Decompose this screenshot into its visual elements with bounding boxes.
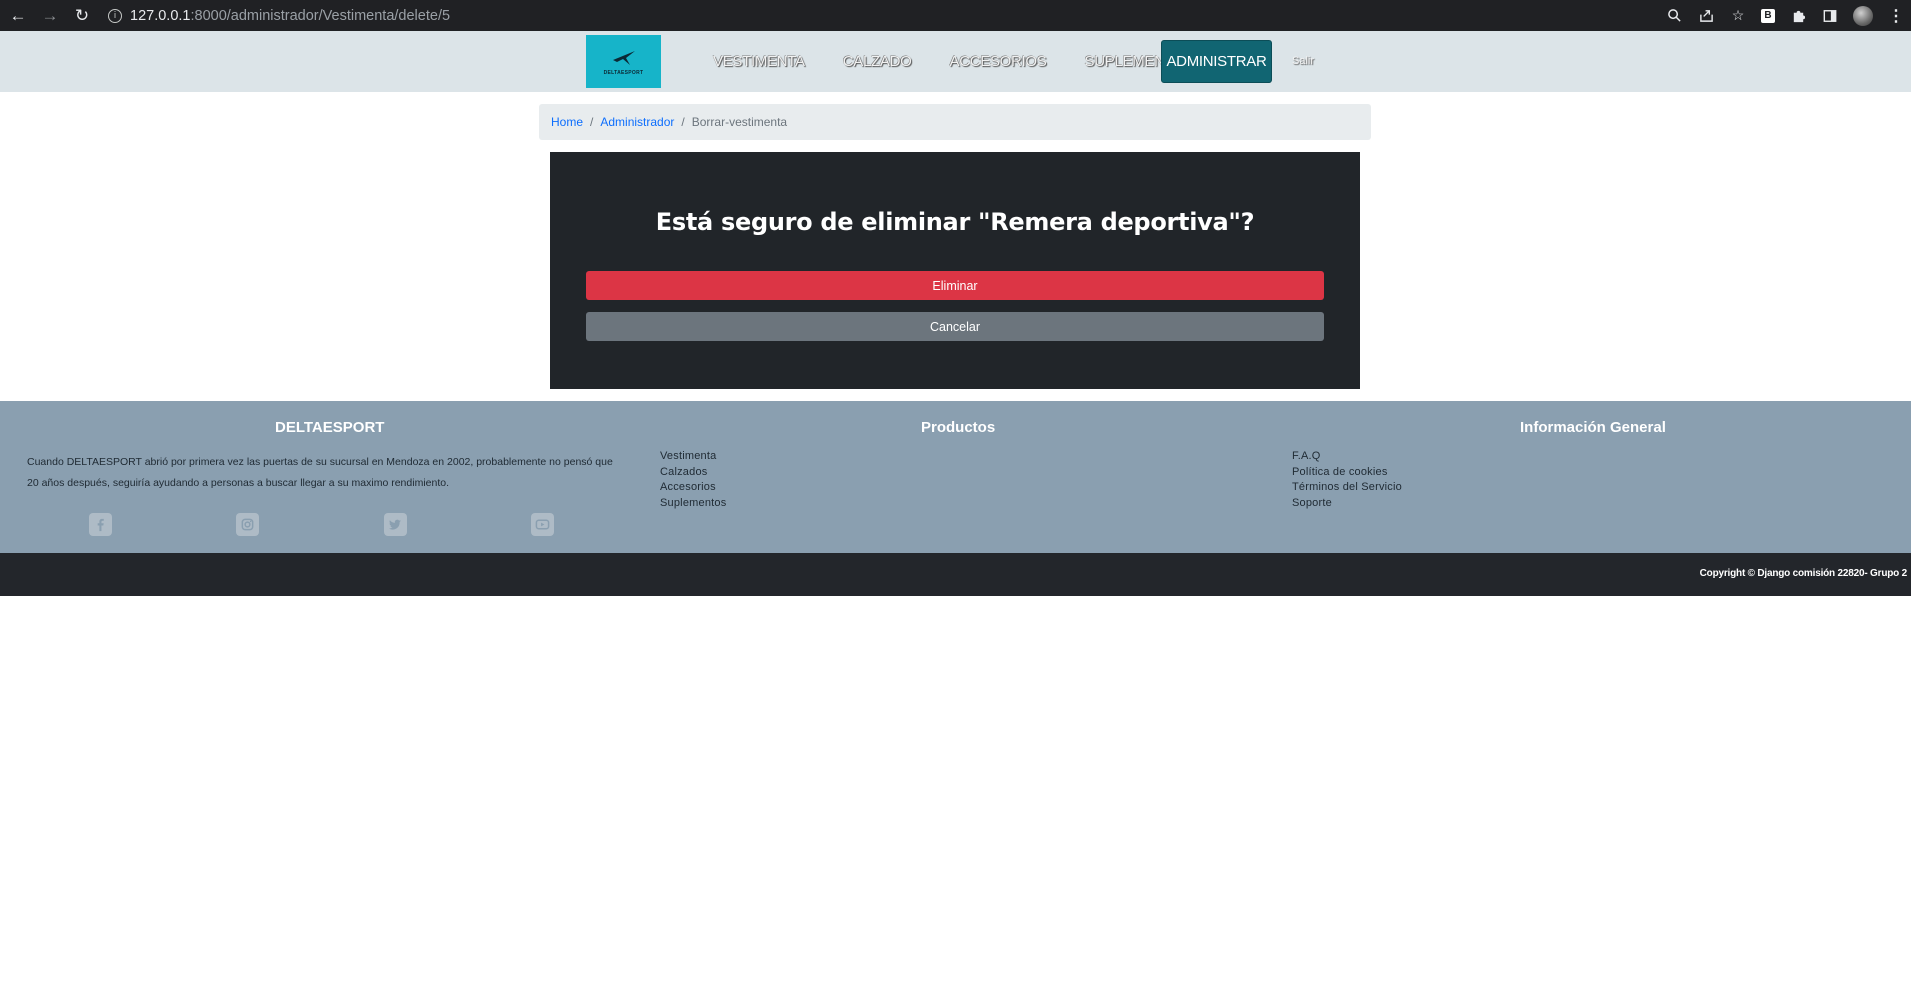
instagram-icon[interactable] bbox=[236, 513, 259, 536]
copyright-text: Copyright © Django comisión 22820- Grupo… bbox=[1699, 568, 1908, 579]
side-panel-icon[interactable] bbox=[1821, 7, 1839, 25]
extension-b-icon[interactable]: B bbox=[1761, 8, 1775, 23]
delete-question: Está seguro de eliminar "Remera deportiv… bbox=[655, 208, 1255, 236]
footer-products-title: Productos bbox=[921, 419, 996, 436]
footer-link-accesorios[interactable]: Accesorios bbox=[660, 480, 726, 496]
footer-link-terms[interactable]: Términos del Servicio bbox=[1292, 480, 1402, 496]
footer-link-suplementos[interactable]: Suplementos bbox=[660, 496, 726, 512]
url-host: 127.0.0.1 bbox=[130, 7, 191, 24]
footer-link-faq[interactable]: F.A.Q bbox=[1292, 449, 1402, 465]
kebab-menu-icon[interactable]: ⋮ bbox=[1887, 7, 1905, 25]
youtube-icon[interactable] bbox=[531, 513, 554, 536]
share-icon[interactable] bbox=[1697, 7, 1715, 25]
breadcrumb-separator: / bbox=[681, 115, 685, 129]
footer-link-support[interactable]: Soporte bbox=[1292, 496, 1402, 512]
site-footer: DELTAESPORT Cuando DELTAESPORT abrió por… bbox=[0, 401, 1911, 553]
zoom-icon[interactable] bbox=[1665, 7, 1683, 25]
nav-link-accesorios[interactable]: ACCESORIOS bbox=[949, 53, 1046, 70]
reload-icon[interactable]: ↻ bbox=[70, 4, 94, 28]
facebook-icon[interactable] bbox=[89, 513, 112, 536]
breadcrumb-current: Borrar-vestimenta bbox=[691, 115, 788, 129]
nav-link-vestimenta[interactable]: VESTIMENTA bbox=[713, 53, 805, 70]
browser-nav-buttons: ← → ↻ bbox=[6, 4, 94, 28]
nav-link-calzado[interactable]: CALZADO bbox=[843, 53, 912, 70]
browser-toolbar: ← → ↻ i 127.0.0.1:8000/administrador/Ves… bbox=[0, 0, 1911, 31]
footer-info-title: Información General bbox=[1520, 419, 1666, 436]
breadcrumb-home[interactable]: Home bbox=[551, 115, 583, 129]
delete-button[interactable]: Eliminar bbox=[586, 271, 1324, 300]
site-navbar: DELTAESPORT VESTIMENTA CALZADO ACCESORIO… bbox=[0, 31, 1911, 92]
breadcrumb-admin[interactable]: Administrador bbox=[600, 115, 674, 129]
copyright-bar: Copyright © Django comisión 22820- Grupo… bbox=[0, 553, 1911, 596]
deltaesport-logo[interactable]: DELTAESPORT bbox=[586, 35, 661, 88]
twitter-icon[interactable] bbox=[384, 513, 407, 536]
url-path: :8000/administrador/Vestimenta/delete/5 bbox=[190, 7, 451, 24]
footer-products-list: Vestimenta Calzados Accesorios Suplement… bbox=[660, 449, 726, 511]
breadcrumb-separator: / bbox=[590, 115, 594, 129]
footer-link-calzados[interactable]: Calzados bbox=[660, 465, 726, 481]
admin-button[interactable]: ADMINISTRAR bbox=[1161, 40, 1272, 83]
logo-bird-icon bbox=[612, 50, 635, 65]
forward-arrow-icon[interactable]: → bbox=[38, 4, 62, 28]
delete-confirmation-card: Está seguro de eliminar "Remera deportiv… bbox=[550, 152, 1360, 389]
footer-about-title: DELTAESPORT bbox=[275, 419, 385, 436]
breadcrumb: Home / Administrador / Borrar-vestimenta bbox=[539, 104, 1371, 140]
footer-info-list: F.A.Q Política de cookies Términos del S… bbox=[1292, 449, 1402, 511]
site-info-icon[interactable]: i bbox=[108, 8, 122, 23]
profile-avatar[interactable] bbox=[1853, 5, 1873, 26]
footer-link-vestimenta[interactable]: Vestimenta bbox=[660, 449, 726, 465]
address-bar[interactable]: i 127.0.0.1:8000/administrador/Vestiment… bbox=[108, 3, 450, 29]
logo-text: DELTAESPORT bbox=[603, 69, 644, 76]
back-arrow-icon[interactable]: ← bbox=[6, 4, 30, 28]
nav-links: VESTIMENTA CALZADO ACCESORIOS SUPLEMENTO… bbox=[713, 31, 1232, 92]
browser-actions: ☆ B ⋮ bbox=[1665, 0, 1905, 31]
logout-link[interactable]: Salir bbox=[1292, 55, 1314, 67]
cancel-button[interactable]: Cancelar bbox=[586, 312, 1324, 341]
footer-link-cookies[interactable]: Política de cookies bbox=[1292, 465, 1402, 481]
bookmark-star-icon[interactable]: ☆ bbox=[1729, 7, 1747, 25]
extensions-puzzle-icon[interactable] bbox=[1789, 7, 1807, 25]
footer-about-text: Cuando DELTAESPORT abrió por primera vez… bbox=[27, 456, 613, 489]
